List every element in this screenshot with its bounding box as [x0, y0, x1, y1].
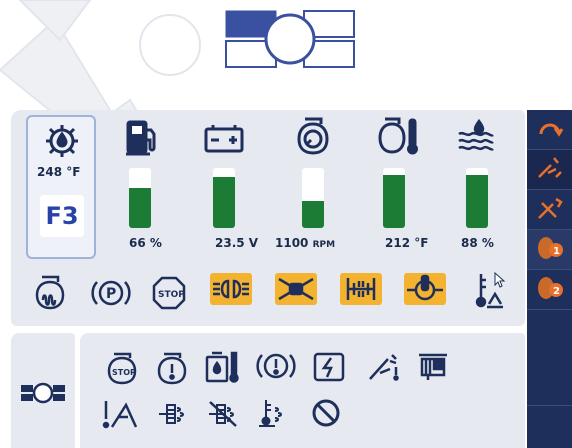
engine-stop-warning-icon: STOP [106, 351, 138, 385]
differential-lock-icon [275, 273, 317, 305]
charging-system-icon [312, 351, 346, 383]
engine-speed-bar-fill [302, 201, 324, 228]
fuel-value: 66 % [129, 236, 162, 250]
sidebar-blank-button-1[interactable] [527, 310, 572, 406]
machine-alert-icon [100, 397, 138, 431]
sidebar-blank-button-2[interactable] [527, 406, 572, 448]
engine-speed-value: 1100 RPM [275, 236, 335, 250]
tilt-icon [536, 155, 564, 185]
battery-bar [213, 168, 235, 228]
fan-speed-1-button[interactable]: 1 [527, 230, 572, 270]
fan-speed-2-button[interactable]: 2 [527, 270, 572, 310]
regen-disabled-icon [206, 399, 240, 429]
oil-temp-value: 248 °F [37, 165, 81, 179]
boom-icon [536, 195, 564, 225]
auto-shutdown-button[interactable] [527, 110, 572, 150]
fuel-bar-fill [129, 188, 151, 228]
oil-temperature-icon [44, 123, 80, 159]
parking-brake-icon: P [91, 278, 131, 308]
engine-speed-number: 1100 [275, 236, 309, 250]
coolant-temp-bar [383, 168, 405, 228]
coolant-temperature-icon [377, 116, 419, 156]
engine-speed-icon [295, 116, 331, 156]
glow-plug-icon [34, 274, 66, 310]
transmission-temperature-icon [404, 273, 446, 305]
svg-text:P: P [106, 286, 116, 302]
engine-speed-bar [302, 168, 324, 228]
gear-label: F3 [45, 202, 79, 230]
oil-temp-box: 248 °F F3 [26, 115, 96, 259]
def-bar-fill [466, 175, 488, 228]
battery-icon [203, 122, 245, 154]
svg-text:STOP: STOP [158, 290, 185, 300]
tilt-button[interactable] [527, 150, 572, 190]
coolant-temp-value: 212 °F [385, 236, 429, 250]
display-screen: 248 °F F3 66 % 23.5 V 1100 RPM 212 °F 88… [0, 0, 572, 448]
engine-warning-icon [156, 351, 188, 385]
exhaust-temperature-icon [256, 397, 290, 429]
fuel-bar [129, 168, 151, 228]
fan-speed-1-icon: 1 [535, 234, 565, 266]
coolant-temp-bar-fill [383, 175, 405, 228]
def-value: 88 % [461, 236, 494, 250]
gauge-panel: 248 °F F3 66 % 23.5 V 1100 RPM 212 °F 88… [11, 110, 525, 326]
def-fluid-icon [455, 118, 495, 154]
hydraulic-oil-temp-icon [204, 349, 240, 385]
def-bar [466, 168, 488, 228]
right-sidebar: 1 2 [527, 110, 572, 448]
svg-text:STOP: STOP [112, 368, 136, 377]
boom-button[interactable] [527, 190, 572, 230]
axle-lock-icon [340, 273, 382, 305]
battery-value: 23.5 V [215, 236, 259, 250]
prohibited-icon [310, 397, 342, 429]
auto-shutdown-icon [537, 118, 563, 142]
joystick-logo-icon [224, 9, 356, 69]
engine-stop-icon: STOP [151, 275, 187, 311]
service-indicator-icon [416, 351, 450, 383]
warning-panel: STOP [80, 333, 525, 448]
svg-text:1: 1 [553, 246, 560, 257]
brake-warning-icon [256, 351, 296, 381]
gear-indicator: F3 [40, 195, 84, 237]
boom-float-icon [366, 351, 400, 383]
transmission-mode-panel [11, 333, 75, 448]
engine-speed-unit: RPM [312, 240, 336, 250]
headlights-icon [210, 273, 252, 305]
svg-text:2: 2 [553, 286, 560, 297]
fan-speed-2-icon: 2 [535, 274, 565, 306]
battery-bar-fill [213, 177, 235, 228]
mouse-cursor-icon [494, 272, 506, 288]
transmission-mode-icon [19, 381, 67, 405]
regen-inhibit-icon [156, 399, 190, 429]
fuel-icon [124, 118, 160, 156]
